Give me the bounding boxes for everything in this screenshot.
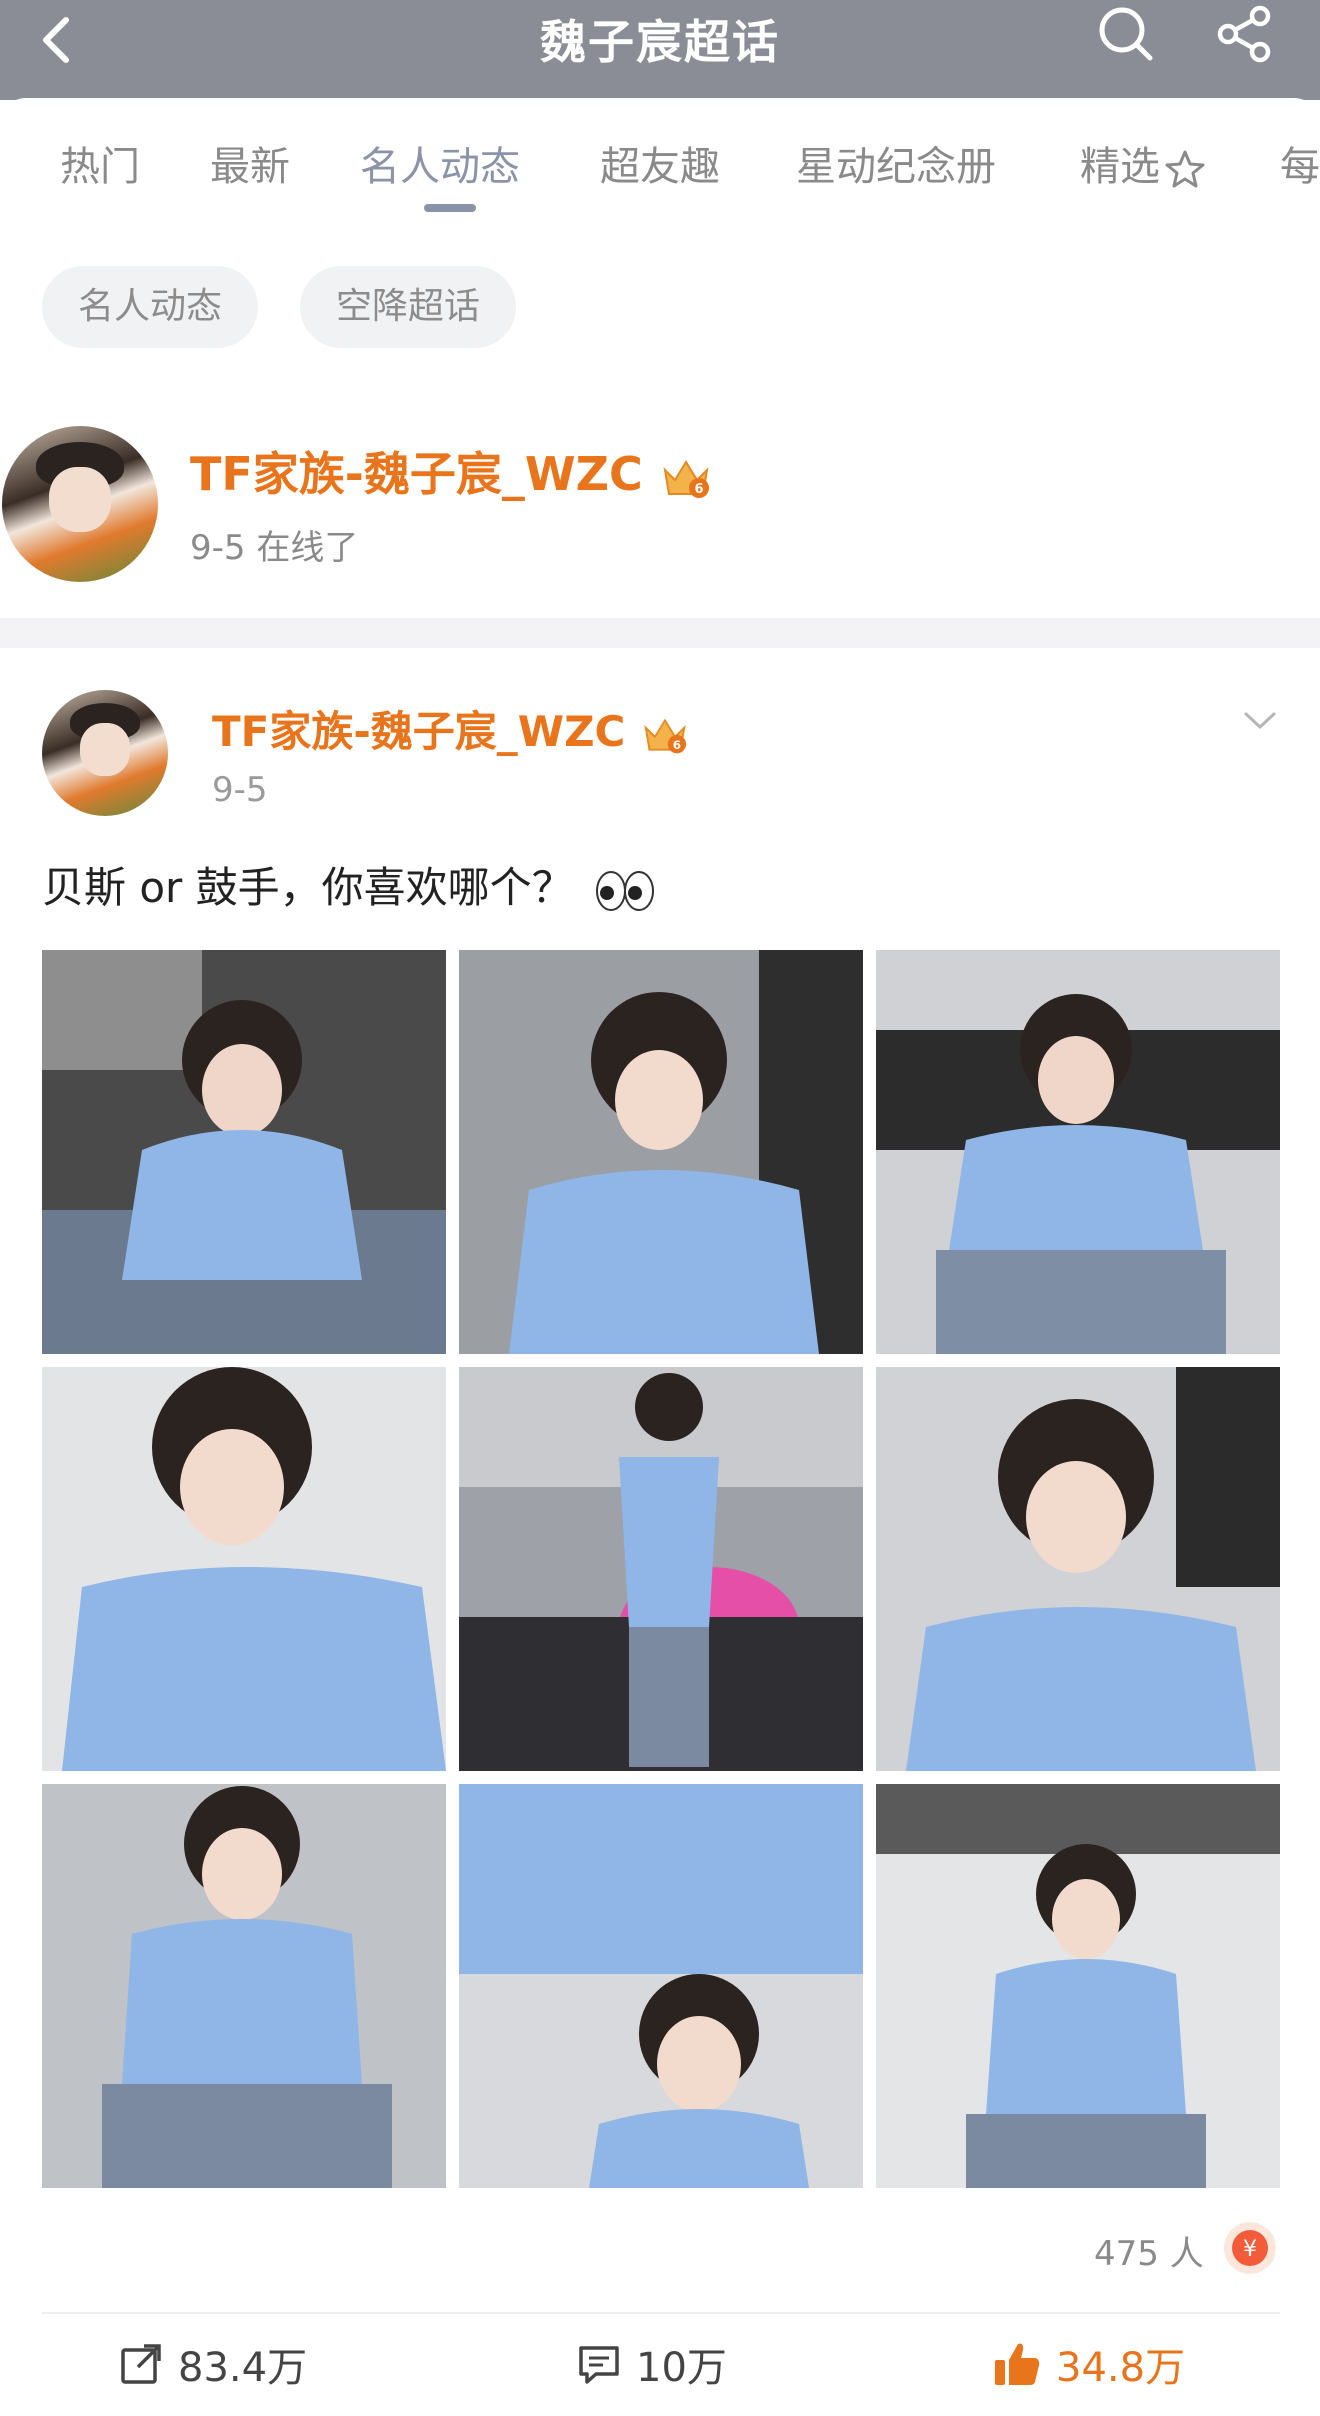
crown-icon: 6 [663,459,709,498]
celebrity-avatar[interactable] [2,426,158,582]
svg-text:6: 6 [694,482,703,497]
active-tab-indicator [424,204,476,212]
search-icon[interactable] [1092,0,1160,68]
tab-daily[interactable]: 每 [1280,134,1320,192]
post-photo-5[interactable] [459,1367,863,1771]
tab-super-fun[interactable]: 超友趣 [600,134,720,192]
post-photo-4[interactable] [42,1367,446,1771]
tab-celebrity-updates[interactable]: 名人动态 [360,134,520,192]
top-bar: 魏子宸超话 [0,0,1320,100]
tab-featured-label: 精选 [1080,144,1160,190]
content-sheet: 热门 最新 名人动态 超友趣 星动纪念册 精选 每 名人动态 空降超话 TF家族… [0,98,1320,2416]
chip-celebrity-updates[interactable]: 名人动态 [42,266,259,348]
chip-airdrop-topic[interactable]: 空降超话 [300,266,517,348]
celebrity-name-text: TF家族-魏子宸_WZC [190,447,643,501]
celebrity-name[interactable]: TF家族-魏子宸_WZC 6 [190,438,713,504]
post-photo-8[interactable] [459,1784,863,2188]
chevron-down-icon[interactable] [1240,700,1280,740]
post-author-name[interactable]: TF家族-魏子宸_WZC 6 [212,698,690,759]
post-photo-6[interactable] [876,1367,1280,1771]
tab-bar: 热门 最新 名人动态 超友趣 星动纪念册 精选 每 [0,134,1320,224]
section-divider [0,618,1320,648]
sparkle-star-icon [1165,150,1205,188]
post-author-name-text: TF家族-魏子宸_WZC [212,707,626,756]
tab-latest[interactable]: 最新 [210,134,290,192]
like-button[interactable]: 34.8万 [992,2336,1185,2392]
comment-count: 10万 [636,2345,727,2391]
post-text: 贝斯 or 鼓手，你喜欢哪个？ [42,854,657,915]
post-text-content: 贝斯 or 鼓手，你喜欢哪个？ [42,863,574,912]
svg-text:¥: ¥ [1243,2237,1257,2262]
post-photo-9[interactable] [876,1784,1280,2188]
online-status: 9-5 在线了 [190,528,359,568]
post-photo-7[interactable] [42,1784,446,2188]
comment-button[interactable]: 10万 [576,2336,727,2392]
tab-star-album[interactable]: 星动纪念册 [796,134,996,192]
svg-text:6: 6 [673,737,681,751]
repost-button[interactable]: 83.4万 [118,2336,307,2392]
share-icon[interactable] [1210,0,1278,68]
repost-count: 83.4万 [178,2345,308,2391]
tab-featured[interactable]: 精选 [1080,134,1208,192]
eyes-emoji-icon [596,870,655,911]
tab-hot[interactable]: 热门 [60,134,140,192]
photo-grid [42,950,1280,2188]
comment-icon [579,2346,619,2384]
action-divider [42,2312,1280,2314]
post-date: 9-5 [212,770,268,810]
post-photo-1[interactable] [42,950,446,1354]
supporters-count: 475 人 [1094,2234,1204,2274]
post-author-avatar[interactable] [42,690,168,816]
post-photo-3[interactable] [876,950,1280,1354]
like-icon [995,2343,1040,2385]
like-count: 34.8万 [1056,2345,1186,2391]
repost-icon [121,2344,161,2384]
post-photo-2[interactable] [459,950,863,1354]
crown-icon: 6 [644,718,687,753]
red-envelope-icon[interactable]: ¥ [1222,2220,1278,2276]
